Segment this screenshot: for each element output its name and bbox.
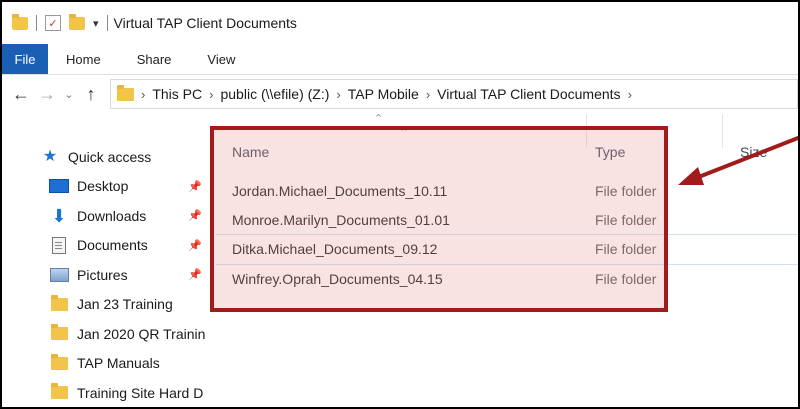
sidebar-item-quick-access[interactable]: ★ Quick access	[2, 142, 212, 172]
download-icon: ⬇	[51, 205, 67, 226]
breadcrumb-this-pc[interactable]: This PC	[152, 86, 202, 102]
breadcrumb-tap-mobile[interactable]: TAP Mobile	[348, 86, 419, 102]
chevron-right-icon[interactable]: ›	[628, 87, 632, 102]
folder-icon	[49, 324, 69, 342]
star-icon: ★	[42, 147, 58, 165]
customize-toolbar-icon[interactable]: ▾	[93, 17, 99, 30]
chevron-right-icon[interactable]: ›	[141, 87, 145, 102]
folder-icon	[117, 84, 134, 101]
back-icon[interactable]: ←	[8, 84, 34, 105]
breadcrumb-public-drive[interactable]: public (\\efile) (Z:)	[220, 86, 329, 102]
quick-access-toolbar: ✓ ▾	[12, 13, 108, 31]
desktop-icon	[49, 178, 69, 194]
sidebar-item-label: Downloads	[77, 207, 147, 224]
sidebar-item-downloads[interactable]: ⬇ Downloads 📌	[2, 201, 212, 231]
explorer-window: ✓ ▾ Virtual TAP Client Documents File Ho…	[0, 0, 800, 409]
tab-home[interactable]: Home	[48, 44, 119, 74]
new-folder-icon[interactable]	[69, 13, 85, 30]
documents-icon	[49, 236, 69, 254]
chevron-right-icon[interactable]: ›	[336, 87, 340, 102]
pin-icon[interactable]: 📌	[188, 239, 202, 252]
properties-icon[interactable]: ✓	[45, 15, 61, 31]
separator	[106, 15, 108, 31]
chevron-right-icon[interactable]: ›	[426, 87, 430, 102]
sidebar-item-training-site[interactable]: Training Site Hard D	[2, 378, 212, 407]
sidebar-item-pictures[interactable]: Pictures 📌	[2, 260, 212, 290]
sidebar-item-jan-23-training[interactable]: Jan 23 Training	[2, 290, 212, 320]
navigation-bar: ← → ⌄ ↑ › This PC › public (\\efile) (Z:…	[2, 74, 798, 114]
address-bar[interactable]: › This PC › public (\\efile) (Z:) › TAP …	[110, 79, 798, 109]
recent-locations-icon[interactable]: ⌄	[60, 88, 78, 101]
annotation-arrow-icon	[678, 136, 798, 185]
breadcrumb-current-folder[interactable]: Virtual TAP Client Documents	[437, 86, 620, 102]
separator	[36, 15, 37, 31]
sidebar-item-label: Jan 23 Training	[77, 296, 173, 313]
sidebar-item-label: Training Site Hard D	[77, 384, 204, 401]
tab-share[interactable]: Share	[119, 44, 190, 74]
pin-icon[interactable]: 📌	[188, 268, 202, 281]
sidebar-item-label: Pictures	[77, 266, 128, 283]
forward-icon[interactable]: →	[34, 84, 60, 105]
navigation-pane: ★ Quick access Desktop 📌 ⬇ Downloads 📌 D…	[2, 142, 212, 407]
sidebar-item-tap-manuals[interactable]: TAP Manuals	[2, 349, 212, 379]
folder-icon	[49, 353, 69, 371]
window-title: Virtual TAP Client Documents	[113, 15, 297, 31]
tab-view[interactable]: View	[189, 44, 253, 74]
sidebar-item-label: Desktop	[77, 178, 129, 195]
annotation-highlight-box	[210, 126, 668, 312]
title-bar: ✓ ▾ Virtual TAP Client Documents	[2, 2, 798, 44]
pin-icon[interactable]: 📌	[188, 209, 202, 222]
chevron-right-icon[interactable]: ›	[209, 87, 213, 102]
tab-file[interactable]: File	[2, 44, 48, 74]
ribbon: File Home Share View	[2, 44, 798, 75]
sidebar-item-label: Jan 2020 QR Trainin	[77, 325, 206, 342]
sidebar-item-label: TAP Manuals	[77, 355, 160, 372]
up-icon[interactable]: ↑	[78, 84, 104, 105]
pin-icon[interactable]: 📌	[188, 180, 202, 193]
sidebar-item-desktop[interactable]: Desktop 📌	[2, 172, 212, 202]
folder-icon	[49, 294, 69, 312]
pictures-icon	[49, 267, 69, 283]
sidebar-item-label: Documents	[77, 237, 148, 254]
folder-icon	[49, 383, 69, 401]
sidebar-item-jan-2020-qr-training[interactable]: Jan 2020 QR Trainin	[2, 319, 212, 349]
folder-icon[interactable]	[12, 13, 28, 30]
sidebar-item-label: Quick access	[68, 148, 152, 165]
sidebar-item-documents[interactable]: Documents 📌	[2, 231, 212, 261]
sort-caret-icon: ⌃	[374, 113, 384, 125]
